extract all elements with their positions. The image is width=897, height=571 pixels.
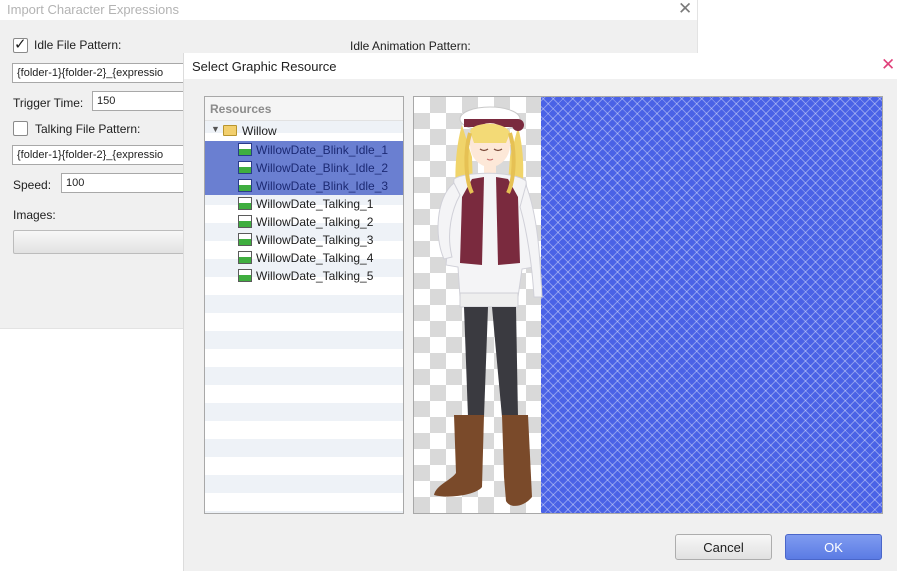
- idle-animation-pattern-label: Idle Animation Pattern:: [350, 39, 471, 53]
- folder-label: Willow: [242, 124, 277, 138]
- image-icon: [238, 215, 252, 228]
- speed-label: Speed:: [13, 178, 52, 192]
- tree-item-label: WillowDate_Talking_5: [256, 269, 374, 283]
- tree-item-label: WillowDate_Talking_4: [256, 251, 374, 265]
- tree-item[interactable]: WillowDate_Talking_1: [205, 195, 403, 213]
- close-icon[interactable]: ✕: [678, 0, 692, 19]
- import-dialog-titlebar: Import Character Expressions ✕: [0, 0, 697, 20]
- graphic-preview: [413, 96, 883, 514]
- talking-pattern-label: Talking File Pattern:: [35, 122, 141, 136]
- image-icon: [238, 161, 252, 174]
- image-icon: [238, 269, 252, 282]
- cancel-button[interactable]: Cancel: [675, 534, 772, 560]
- talking-pattern-checkbox[interactable]: [13, 121, 28, 136]
- images-label: Images:: [13, 208, 56, 222]
- checkmark-icon: ✓: [14, 36, 27, 53]
- trigger-time-label: Trigger Time:: [13, 96, 84, 110]
- tree-item-label: WillowDate_Talking_3: [256, 233, 374, 247]
- expand-triangle-icon[interactable]: ▼: [211, 124, 220, 134]
- tree-item[interactable]: WillowDate_Blink_Idle_3: [205, 177, 403, 195]
- import-dialog-title: Import Character Expressions: [7, 2, 179, 17]
- select-graphic-resource-dialog: Select Graphic Resource ✕ Resources ▼ Wi…: [183, 53, 897, 571]
- character-sprite-image: [434, 106, 543, 506]
- idle-pattern-label: Idle File Pattern:: [34, 38, 122, 52]
- tree-item[interactable]: WillowDate_Talking_3: [205, 231, 403, 249]
- speed-input[interactable]: 100: [61, 173, 192, 193]
- idle-pattern-checkbox[interactable]: ✓: [13, 36, 28, 53]
- tree-item[interactable]: WillowDate_Blink_Idle_1: [205, 141, 403, 159]
- resources-header: Resources: [205, 97, 403, 121]
- image-icon: [238, 143, 252, 156]
- image-icon: [238, 251, 252, 264]
- tree-item-label: WillowDate_Blink_Idle_3: [256, 179, 389, 193]
- tree-item[interactable]: WillowDate_Talking_5: [205, 267, 403, 285]
- tree-item-label: WillowDate_Blink_Idle_1: [256, 143, 389, 157]
- select-dialog-titlebar: Select Graphic Resource ✕: [184, 53, 897, 79]
- folder-icon: [223, 125, 237, 136]
- images-list-header[interactable]: [13, 230, 203, 254]
- tree-item[interactable]: WillowDate_Talking_4: [205, 249, 403, 267]
- preview-selection-overlay: [541, 97, 882, 513]
- tree-item-label: WillowDate_Blink_Idle_2: [256, 161, 389, 175]
- image-icon: [238, 233, 252, 246]
- tree-item-label: WillowDate_Talking_2: [256, 215, 374, 229]
- idle-pattern-input[interactable]: {folder-1}{folder-2}_{expressio: [12, 63, 192, 83]
- tree-item[interactable]: WillowDate_Blink_Idle_2: [205, 159, 403, 177]
- ok-button[interactable]: OK: [785, 534, 882, 560]
- close-icon[interactable]: ✕: [881, 55, 895, 75]
- trigger-time-input[interactable]: 150: [92, 91, 192, 111]
- image-icon: [238, 179, 252, 192]
- tree-item[interactable]: WillowDate_Talking_2: [205, 213, 403, 231]
- tree-item-label: WillowDate_Talking_1: [256, 197, 374, 211]
- resources-tree[interactable]: Resources ▼ Willow WillowDate_Blink_Idle…: [204, 96, 404, 514]
- select-dialog-title: Select Graphic Resource: [192, 59, 337, 74]
- image-icon: [238, 197, 252, 210]
- talking-pattern-input[interactable]: {folder-1}{folder-2}_{expressio: [12, 145, 192, 165]
